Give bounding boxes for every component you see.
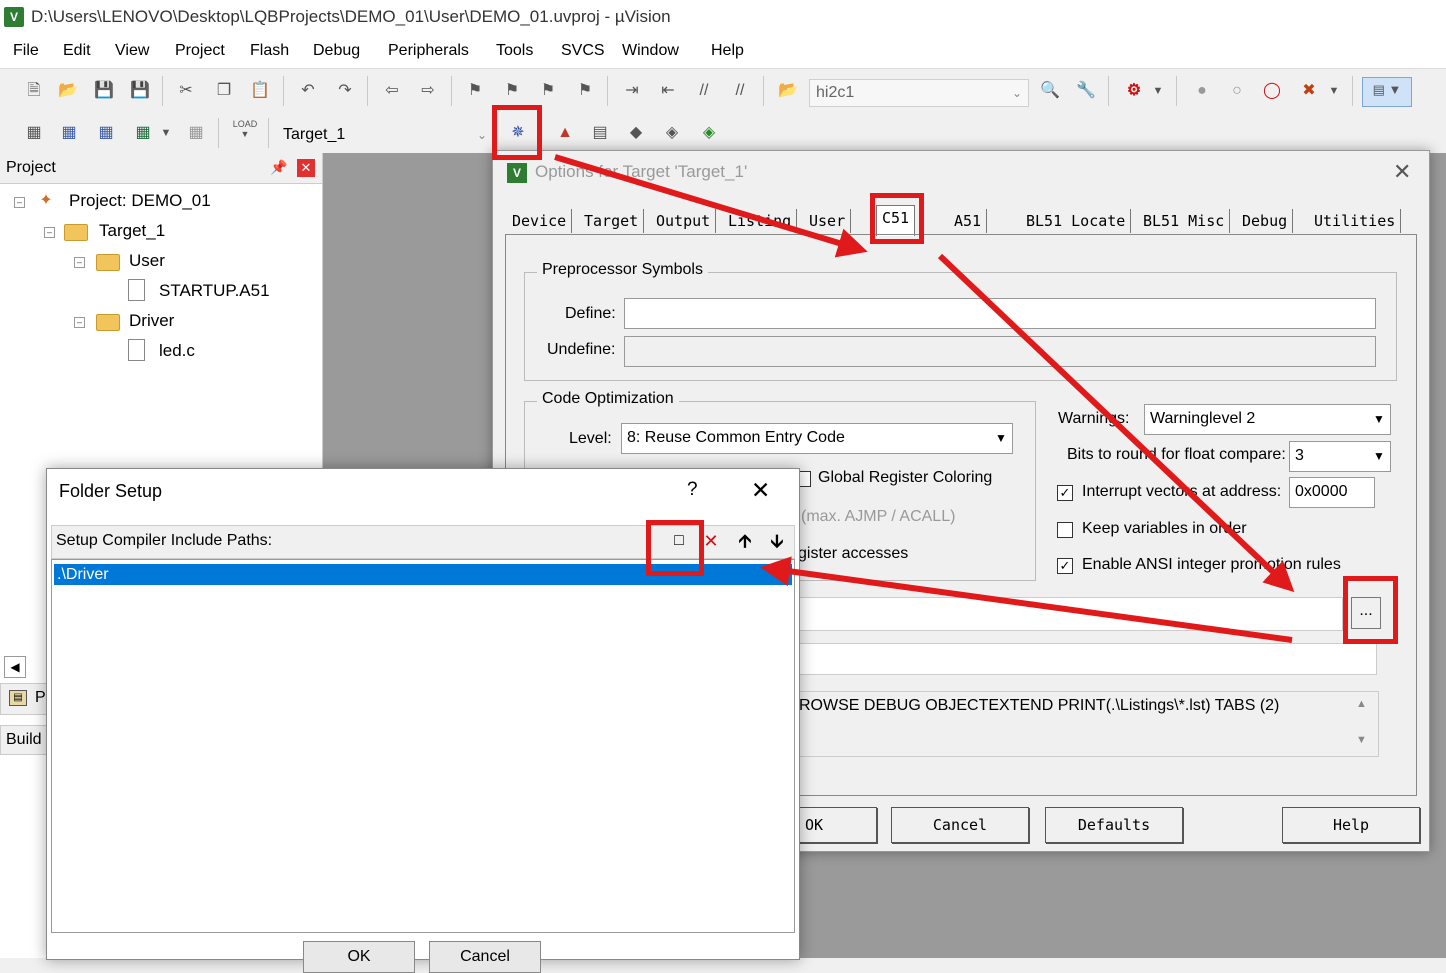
arrow-to-browse-button xyxy=(937,253,1295,593)
annotation-arrows xyxy=(554,154,1295,643)
arrow-to-c51-tab xyxy=(554,154,868,258)
arrow-to-new-folder-button xyxy=(760,556,1293,643)
